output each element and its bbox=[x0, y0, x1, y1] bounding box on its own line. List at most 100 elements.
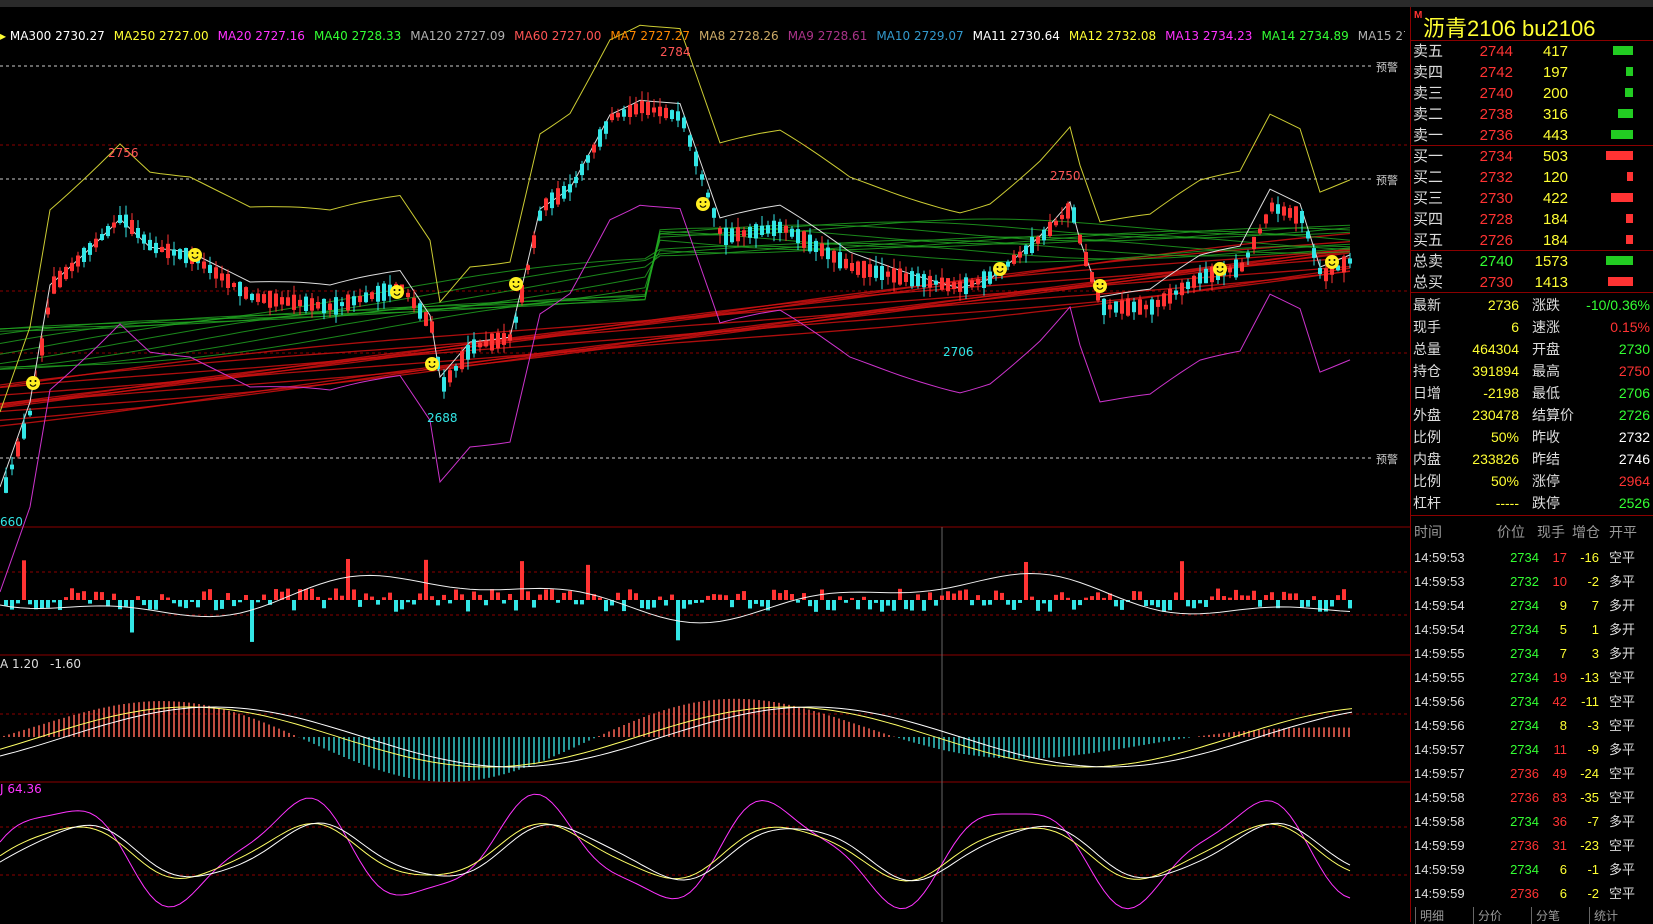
volume-bar bbox=[310, 588, 314, 600]
candle-body bbox=[1270, 202, 1274, 212]
trade-row[interactable]: 14:59:58 2736 83 -35 空平 bbox=[1411, 786, 1653, 810]
volume-bar bbox=[952, 593, 956, 600]
candle-body bbox=[832, 250, 836, 263]
stat-value: ----- bbox=[1495, 495, 1519, 511]
candle-body bbox=[244, 287, 248, 299]
trade-qty: 6 bbox=[1559, 886, 1567, 901]
volume-bar bbox=[1210, 596, 1214, 600]
tab-3[interactable]: 统计 bbox=[1589, 907, 1618, 924]
tab-0[interactable]: 明细 bbox=[1415, 907, 1444, 924]
ma-legend-ma120: MA120 2727.09 bbox=[410, 29, 506, 43]
tab-1[interactable]: 分价 bbox=[1473, 907, 1502, 924]
candle-body bbox=[274, 293, 278, 307]
trade-row[interactable]: 14:59:55 2734 7 3 多开 bbox=[1411, 642, 1653, 666]
candle-body bbox=[910, 271, 914, 287]
trade-qty: 8 bbox=[1559, 718, 1567, 733]
trade-row[interactable]: 14:59:57 2734 11 -9 多平 bbox=[1411, 738, 1653, 762]
trade-qty: 7 bbox=[1559, 646, 1567, 661]
candle-body bbox=[1138, 299, 1142, 315]
ask-row[interactable]: 卖三 2740 200 bbox=[1411, 83, 1653, 104]
trade-row[interactable]: 14:59:58 2734 36 -7 多平 bbox=[1411, 810, 1653, 834]
contract-title-bar[interactable]: M 沥青2106 bu2106 bbox=[1411, 7, 1653, 41]
ask-row[interactable]: 卖二 2738 316 bbox=[1411, 104, 1653, 125]
ma-legend-ma15: MA15 2733.21 bbox=[1357, 29, 1405, 43]
trade-row[interactable]: 14:59:59 2736 6 -2 空平 bbox=[1411, 882, 1653, 906]
volume-bar bbox=[70, 588, 74, 600]
trade-row[interactable]: 14:59:54 2734 9 7 多开 bbox=[1411, 594, 1653, 618]
candle-body bbox=[922, 274, 926, 288]
ask-row[interactable]: 卖一 2736 443 bbox=[1411, 125, 1653, 146]
trade-row[interactable]: 14:59:57 2736 49 -24 空平 bbox=[1411, 762, 1653, 786]
volume-bar bbox=[1036, 600, 1040, 611]
volume-bar bbox=[478, 594, 482, 600]
alert-line-label-1[interactable]: 预警 bbox=[1376, 59, 1398, 75]
candle-body bbox=[172, 249, 176, 256]
candle-body bbox=[586, 155, 590, 163]
trade-row[interactable]: 14:59:53 2732 10 -2 多平 bbox=[1411, 570, 1653, 594]
volume-bar bbox=[736, 593, 740, 600]
candle-body bbox=[790, 228, 794, 237]
tab-2[interactable]: 分笔 bbox=[1531, 907, 1560, 924]
trade-row[interactable]: 14:59:59 2736 31 -23 空平 bbox=[1411, 834, 1653, 858]
volume-bar bbox=[1042, 600, 1046, 604]
alert-line-label-3[interactable]: 预警 bbox=[1376, 451, 1398, 467]
volume-bar bbox=[292, 600, 296, 611]
candle-body bbox=[1054, 220, 1058, 226]
volume-bar bbox=[718, 594, 722, 600]
candle-body bbox=[628, 104, 632, 117]
volume-bar bbox=[1180, 561, 1184, 600]
ask-name: 卖五 bbox=[1413, 43, 1444, 60]
trade-time: 14:59:53 bbox=[1414, 574, 1465, 589]
candle-body bbox=[1348, 258, 1352, 264]
candle-body bbox=[916, 273, 920, 286]
trade-qty: 17 bbox=[1552, 550, 1567, 565]
bid-row[interactable]: 买一 2734 503 bbox=[1411, 146, 1653, 167]
bid-price: 2728 bbox=[1479, 211, 1513, 228]
candle-body bbox=[682, 117, 686, 129]
trade-row[interactable]: 14:59:56 2734 42 -11 空平 bbox=[1411, 690, 1653, 714]
trade-row[interactable]: 14:59:55 2734 19 -13 空平 bbox=[1411, 666, 1653, 690]
trade-row[interactable]: 14:59:53 2734 17 -16 空平 bbox=[1411, 546, 1653, 570]
trade-time: 14:59:59 bbox=[1414, 838, 1465, 853]
volume-bar bbox=[1144, 600, 1148, 607]
trade-time: 14:59:56 bbox=[1414, 694, 1465, 709]
candle-body bbox=[1078, 234, 1082, 244]
ask-row[interactable]: 卖五 2744 417 bbox=[1411, 41, 1653, 62]
volume-bar bbox=[730, 600, 734, 608]
volume-bar bbox=[982, 600, 986, 606]
volume-bar bbox=[388, 592, 392, 600]
total-price: 2730 bbox=[1479, 274, 1513, 291]
volume-bar bbox=[760, 600, 764, 607]
bid-row[interactable]: 买五 2726 184 bbox=[1411, 230, 1653, 251]
ask-row[interactable]: 卖四 2742 197 bbox=[1411, 62, 1653, 83]
trade-row[interactable]: 14:59:59 2734 6 -1 多平 bbox=[1411, 858, 1653, 882]
candle-body bbox=[772, 220, 776, 236]
stat-row: 日增 -2198 最低 2706 bbox=[1411, 382, 1653, 404]
trade-time: 14:59:59 bbox=[1414, 862, 1465, 877]
candle-body bbox=[226, 274, 230, 288]
candle-body bbox=[130, 220, 134, 234]
volume-bar bbox=[700, 600, 704, 603]
bid-row[interactable]: 买四 2728 184 bbox=[1411, 209, 1653, 230]
volume-bar bbox=[220, 600, 224, 609]
bid-row[interactable]: 买三 2730 422 bbox=[1411, 188, 1653, 209]
trade-type: 空平 bbox=[1609, 670, 1636, 685]
candle-body bbox=[634, 103, 638, 115]
kline-chart-area[interactable] bbox=[0, 7, 1410, 922]
bid-row[interactable]: 买二 2732 120 bbox=[1411, 167, 1653, 188]
trade-change: -13 bbox=[1580, 670, 1599, 685]
candle-body bbox=[52, 276, 56, 294]
stat-row: 杠杆 ----- 跌停 2526 bbox=[1411, 492, 1653, 514]
signal-smiley-eye bbox=[428, 361, 431, 363]
total-price: 2740 bbox=[1479, 253, 1513, 270]
volume-bar bbox=[814, 600, 818, 612]
stat-key: 比例 bbox=[1413, 473, 1441, 489]
volume-bar bbox=[1150, 600, 1154, 606]
candle-body bbox=[640, 100, 644, 114]
trade-row[interactable]: 14:59:56 2734 8 -3 空平 bbox=[1411, 714, 1653, 738]
volume-bar bbox=[256, 600, 260, 603]
stat-key: 总量 bbox=[1413, 341, 1441, 357]
alert-line-label-2[interactable]: 预警 bbox=[1376, 172, 1398, 188]
volume-bar bbox=[448, 600, 452, 604]
trade-row[interactable]: 14:59:54 2734 5 1 多开 bbox=[1411, 618, 1653, 642]
